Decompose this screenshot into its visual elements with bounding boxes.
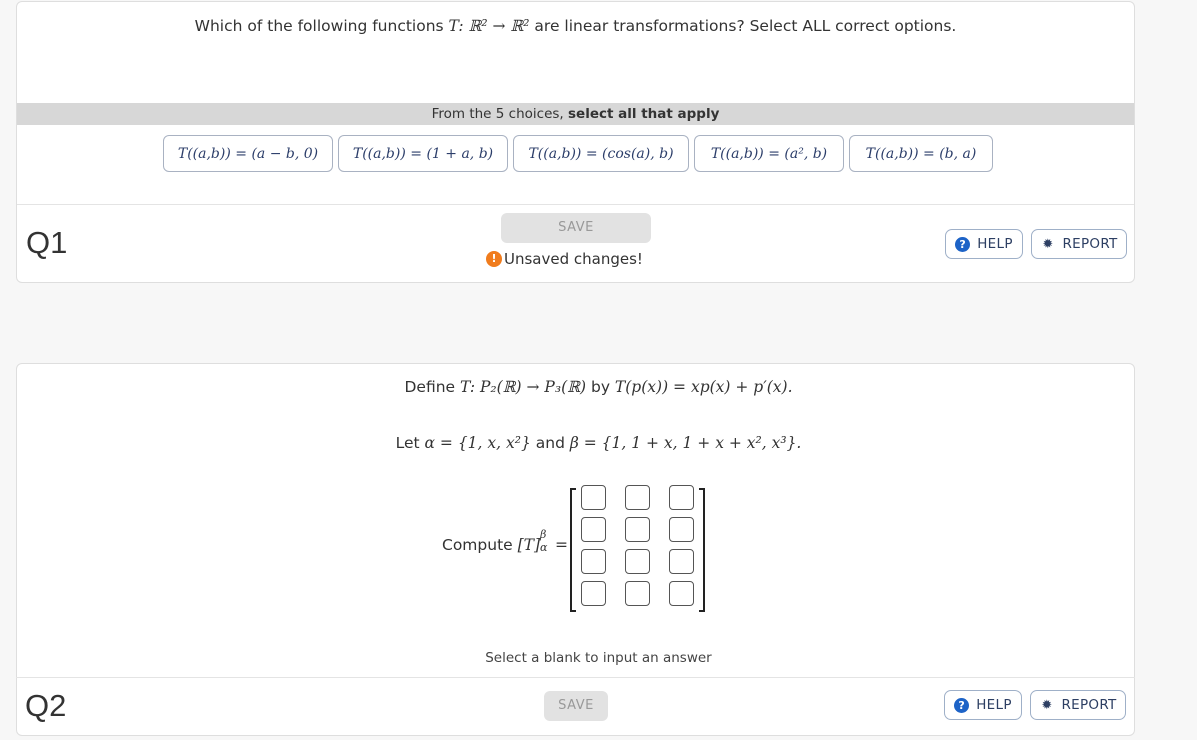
matrix-blank-r2-c3[interactable] bbox=[669, 517, 694, 542]
question-circle-icon: ? bbox=[955, 236, 971, 252]
q2-line1-by: by bbox=[586, 378, 615, 396]
save-button-q2[interactable]: SAVE bbox=[544, 691, 608, 721]
matrix-blank-r3-c2[interactable] bbox=[625, 549, 650, 574]
choice-option-5[interactable]: T((a,b)) = (b, a) bbox=[849, 135, 993, 172]
matrix-question: Compute [T] β α = bbox=[0, 478, 1197, 612]
choice-option-1[interactable]: T((a,b)) = (a − b, 0) bbox=[163, 135, 333, 172]
blank-hint: Select a blank to input an answer bbox=[485, 650, 712, 666]
compute-scripts: βα bbox=[540, 528, 550, 554]
q2-line1-math-map: T: P₂(ℝ) → P₃(ℝ) bbox=[460, 378, 587, 396]
unsaved-changes-text: Unsaved changes! bbox=[504, 250, 643, 268]
q2-line2-and: and bbox=[530, 434, 570, 452]
choice-option-2[interactable]: T((a,b)) = (1 + a, b) bbox=[338, 135, 508, 172]
q2-definition-line: Define T: P₂(ℝ) → P₃(ℝ) by T(p(x)) = xp(… bbox=[0, 378, 1197, 396]
report-label: REPORT bbox=[1061, 697, 1117, 713]
q2-line2-math-alpha: α = {1, x, x²} bbox=[424, 434, 531, 452]
matrix-blank-r1-c3[interactable] bbox=[669, 485, 694, 510]
compute-subscript: α bbox=[540, 541, 548, 554]
help-label: HELP bbox=[977, 236, 1013, 252]
q2-footer: Q2 SAVE ? HELP ✹ REPORT bbox=[16, 677, 1135, 736]
q2-line2-text: Let bbox=[395, 434, 425, 452]
q2-line1-text: Define bbox=[404, 378, 461, 396]
bug-icon: ✹ bbox=[1042, 236, 1054, 252]
exclamation-circle-icon: ! bbox=[486, 251, 502, 267]
q2-line1-math-rule: T(p(x)) = xp(x) + p′(x). bbox=[614, 378, 793, 396]
matrix-right-bracket bbox=[699, 488, 705, 612]
matrix-blank-r4-c1[interactable] bbox=[581, 581, 606, 606]
q1-prompt-text: Which of the following functions bbox=[194, 17, 449, 35]
compute-matrix-symbol: [T] bbox=[517, 536, 541, 554]
report-label: REPORT bbox=[1062, 236, 1118, 252]
question-label-q1: Q1 bbox=[26, 225, 68, 260]
choice-instruction-text: From the 5 choices, bbox=[431, 106, 568, 122]
matrix-blank-r3-c1[interactable] bbox=[581, 549, 606, 574]
help-button-q2[interactable]: ? HELP bbox=[944, 690, 1022, 720]
matrix-left-bracket bbox=[570, 488, 576, 612]
compute-equals: = bbox=[550, 536, 568, 554]
q1-footer: Q1 SAVE ? HELP ✹ REPORT bbox=[17, 204, 1134, 284]
question-label-q2: Q2 bbox=[25, 688, 67, 723]
compute-label: Compute [T] β α = bbox=[442, 528, 568, 554]
matrix-blank-r3-c3[interactable] bbox=[669, 549, 694, 574]
q2-basis-line: Let α = {1, x, x²} and β = {1, 1 + x, 1 … bbox=[0, 434, 1197, 452]
question-circle-icon: ? bbox=[954, 697, 970, 713]
q2-line2-math-beta: β = {1, 1 + x, 1 + x + x², x³}. bbox=[569, 434, 802, 452]
compute-superscript: β bbox=[540, 528, 547, 541]
q1-prompt-text-suffix: are linear transformations? Select ALL c… bbox=[529, 17, 957, 35]
choice-option-3[interactable]: T((a,b)) = (cos(a), b) bbox=[513, 135, 689, 172]
unsaved-changes-notice: ! Unsaved changes! bbox=[486, 250, 643, 268]
choice-instruction-bar: From the 5 choices, select all that appl… bbox=[17, 103, 1134, 125]
save-button-q1[interactable]: SAVE bbox=[501, 213, 651, 243]
matrix-blank-r1-c1[interactable] bbox=[581, 485, 606, 510]
help-button-q1[interactable]: ? HELP bbox=[945, 229, 1023, 259]
q1-prompt-math: T: ℝ² → ℝ² bbox=[448, 17, 530, 35]
question-card-q1: Which of the following functions T: ℝ² →… bbox=[16, 1, 1135, 283]
help-label: HELP bbox=[976, 697, 1012, 713]
choice-option-4[interactable]: T((a,b)) = (a², b) bbox=[694, 135, 844, 172]
compute-text: Compute bbox=[442, 536, 518, 554]
matrix-blank-r1-c2[interactable] bbox=[625, 485, 650, 510]
matrix-blank-r4-c3[interactable] bbox=[669, 581, 694, 606]
matrix-blank-r2-c2[interactable] bbox=[625, 517, 650, 542]
choice-list: T((a,b)) = (a − b, 0) T((a,b)) = (1 + a,… bbox=[163, 135, 993, 172]
q1-prompt: Which of the following functions T: ℝ² →… bbox=[17, 17, 1134, 35]
bug-icon: ✹ bbox=[1041, 697, 1053, 713]
matrix-blank-r4-c2[interactable] bbox=[625, 581, 650, 606]
report-button-q1[interactable]: ✹ REPORT bbox=[1031, 229, 1127, 259]
choice-instruction-bold: select all that apply bbox=[568, 106, 720, 122]
matrix-blank-r2-c1[interactable] bbox=[581, 517, 606, 542]
report-button-q2[interactable]: ✹ REPORT bbox=[1030, 690, 1126, 720]
